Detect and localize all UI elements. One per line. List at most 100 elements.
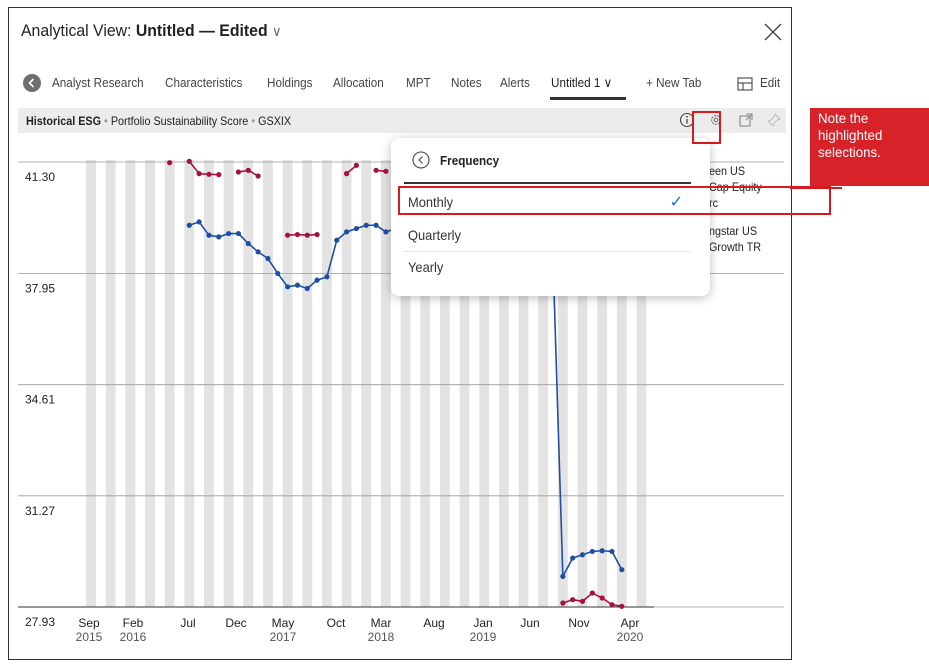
grid-stripe — [145, 160, 155, 607]
series-2-point — [206, 171, 212, 177]
pin-icon[interactable] — [766, 112, 782, 128]
x-tick-month: Aug — [423, 616, 444, 630]
tab-holdings[interactable]: Holdings — [267, 75, 313, 90]
series-1-point — [324, 274, 330, 280]
x-tick-month: Dec — [225, 616, 246, 630]
series-1-point — [560, 573, 566, 579]
x-tick-month: Nov — [568, 616, 589, 630]
widget-header: Historical ESG • Portfolio Sustainabilit… — [18, 108, 786, 133]
tab-bar: Analyst Research Characteristics Holding… — [9, 68, 791, 102]
x-tick-month: Jun — [520, 616, 539, 630]
series-2-point — [343, 171, 350, 177]
close-icon[interactable] — [761, 20, 785, 44]
x-tick-month: Jan — [473, 616, 492, 630]
series-1-point — [304, 285, 310, 292]
title-state: Edited — [219, 21, 268, 40]
series-1-point — [619, 567, 625, 573]
series-1-point — [235, 230, 242, 237]
x-tick-month: Sep — [78, 616, 100, 630]
edit-layout-icon[interactable] — [737, 77, 753, 91]
series-2-point — [167, 160, 173, 166]
y-tick-label: 27.93 — [25, 615, 55, 629]
tab-analyst-research[interactable]: Analyst Research — [52, 75, 144, 90]
callout-note: Note the highlighted selections. — [810, 108, 929, 186]
x-tick-year: 2019 — [470, 630, 497, 644]
highlight-gear-box — [692, 111, 721, 144]
series-1-point — [373, 222, 379, 228]
x-tick-month: Feb — [123, 616, 144, 630]
series-2-point — [245, 167, 251, 173]
edit-button[interactable]: Edit — [760, 75, 780, 90]
tab-allocation[interactable]: Allocation — [333, 75, 384, 90]
series-1-point — [314, 277, 320, 283]
tab-mpt[interactable]: MPT — [406, 75, 431, 90]
option-label: Yearly — [408, 259, 444, 275]
y-tick-label: 31.27 — [25, 504, 55, 518]
series-1-point — [216, 234, 222, 240]
series-2-point — [599, 595, 605, 601]
series-2-point — [304, 232, 310, 238]
x-tick-year: 2018 — [368, 630, 395, 644]
x-tick-year: 2016 — [120, 630, 147, 644]
back-circle-icon[interactable] — [412, 151, 430, 169]
series-2-point — [294, 231, 301, 238]
tab-characteristics[interactable]: Characteristics — [165, 75, 242, 90]
active-tab-underline — [550, 97, 626, 100]
series-1-point — [186, 222, 192, 228]
series-1-point — [294, 282, 301, 288]
frequency-option-quarterly[interactable]: Quarterly — [404, 219, 691, 252]
callout-text: Note the highlighted selections. — [818, 110, 883, 160]
series-1-point — [334, 237, 340, 243]
series-1-point — [245, 240, 251, 247]
analytical-view-window: Analytical View: Untitled — Edited ∨ Ana… — [8, 7, 792, 660]
series-2-point — [314, 231, 320, 238]
title-dash: — — [199, 21, 215, 40]
x-tick-year: 2015 — [76, 630, 103, 644]
series-1-point — [589, 548, 595, 555]
x-tick-month: Oct — [327, 616, 346, 630]
legend-series-1-line-1: een US — [709, 164, 746, 178]
series-2-point — [589, 590, 595, 596]
grid-stripe — [223, 160, 234, 607]
series-2-point — [619, 603, 625, 609]
series-1-point — [196, 219, 202, 225]
tab-untitled-1[interactable]: Untitled 1 ∨ — [551, 75, 612, 91]
series-2-point — [196, 171, 202, 177]
new-tab-button[interactable]: + New Tab — [646, 75, 701, 90]
series-1-point — [609, 548, 615, 555]
grid-stripe — [105, 160, 116, 607]
popout-icon[interactable] — [738, 112, 754, 128]
series-2-point — [609, 602, 615, 608]
x-tick-month: Mar — [371, 616, 392, 630]
tab-notes[interactable]: Notes — [451, 75, 482, 90]
grid-stripe — [204, 160, 214, 607]
grid-stripe — [341, 160, 352, 607]
series-2-point — [285, 232, 291, 238]
series-1-point — [206, 232, 212, 238]
frequency-divider — [404, 182, 691, 184]
x-tick-year: 2020 — [617, 630, 644, 644]
tab-alerts[interactable]: Alerts — [500, 75, 530, 90]
window-title[interactable]: Analytical View: Untitled — Edited ∨ — [21, 21, 282, 41]
frequency-option-yearly[interactable]: Yearly — [404, 251, 691, 283]
y-tick-label: 37.95 — [25, 281, 55, 295]
grid-stripe — [302, 160, 313, 607]
title-chevron-icon[interactable]: ∨ — [272, 23, 282, 39]
grid-stripe — [263, 160, 273, 607]
widget-subtitle-metric: Portfolio Sustainability Score — [110, 114, 249, 128]
legend-series-2-line-1: ngstar US — [709, 224, 758, 238]
series-2-point — [383, 168, 389, 174]
series-1-point — [255, 249, 261, 255]
grid-stripe — [164, 160, 175, 607]
series-2-point — [235, 169, 242, 175]
series-1-point — [363, 222, 369, 228]
series-2-point — [579, 598, 586, 604]
x-tick-year: 2017 — [270, 630, 297, 644]
title-bullet: • — [104, 114, 108, 128]
series-2-point — [353, 162, 360, 168]
series-1-point — [265, 255, 271, 262]
series-1-point — [285, 284, 291, 290]
series-1-point — [599, 548, 605, 554]
highlight-monthly-box — [398, 186, 831, 215]
y-tick-label: 34.61 — [25, 393, 55, 407]
